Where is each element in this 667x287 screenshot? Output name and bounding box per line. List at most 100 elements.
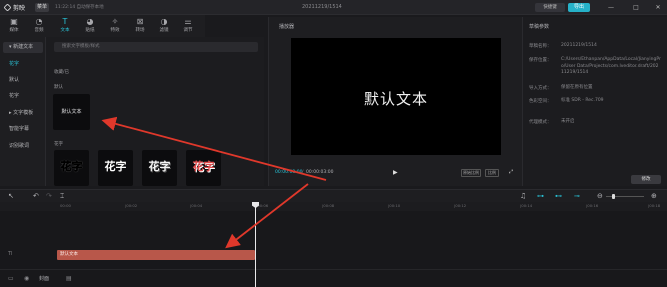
param-label-name: 草稿名称： (529, 44, 552, 49)
params-title: 草稿参数 (529, 24, 550, 30)
adjust-icon: ⚌ (184, 17, 192, 26)
text-track-label: TI (8, 251, 13, 257)
sticker-icon: ◕ (86, 17, 94, 26)
audio-track-icon[interactable]: ▤ (66, 275, 72, 282)
autosave-status: 11:22:14 自动保存本地 (55, 5, 104, 10)
playhead[interactable] (255, 202, 256, 287)
undo-icon[interactable]: ↶ (33, 192, 39, 200)
original-ratio-button[interactable]: 原始比例 (461, 169, 481, 177)
text-icon: T (62, 17, 68, 26)
minimize-button[interactable]: — (606, 3, 616, 12)
track-lock-icon[interactable]: ▭ (8, 275, 14, 282)
param-label-proxy: 代理模式： (529, 120, 552, 125)
param-value-name: 20211219/1514 (561, 43, 597, 48)
tick: |00:04 (190, 203, 203, 208)
nav-auto-captions[interactable]: 智能字幕 (3, 124, 43, 135)
title-bar: 剪映 菜单 11:22:14 自动保存本地 20211219/1514 快捷键 … (0, 0, 667, 15)
fx-card-3[interactable]: 花字 (142, 150, 177, 186)
split-icon[interactable]: ⌶ (60, 192, 64, 201)
menu-button[interactable]: 菜单 (35, 3, 49, 12)
param-label-location: 保存位置： (529, 58, 552, 63)
redo-icon[interactable]: ↷ (46, 192, 52, 200)
tab-sticker[interactable]: ◕ 贴纸 (80, 16, 100, 36)
tick: |00:14 (520, 203, 533, 208)
nav-fancy-text[interactable]: 花字 (3, 91, 43, 102)
track-eye-icon[interactable]: ◉ (24, 275, 29, 282)
transition-icon: ⊠ (136, 17, 144, 26)
preview-text: 默认文本 (363, 90, 428, 108)
tab-transition[interactable]: ⊠ 转场 (130, 16, 150, 36)
section-fx-label: 花字 (54, 142, 63, 147)
text-panel: 搜索文字模板/样式 收藏/已 默认 默认文本 花字 花字 花字 花字 花字 (46, 37, 264, 186)
param-label-import: 导入方式： (529, 86, 552, 91)
section-default-label: 默认 (54, 85, 63, 90)
draft-params-panel: 草稿参数 草稿名称： 20211219/1514 保存位置： C:/Users/… (523, 17, 667, 186)
tab-text[interactable]: T 文本 (55, 16, 75, 36)
search-input[interactable]: 搜索文字模板/样式 (54, 42, 258, 52)
project-title: 20211219/1514 (302, 4, 342, 10)
fx-card-2[interactable]: 花字 (98, 150, 133, 186)
fullscreen-icon[interactable]: ⤢ (509, 169, 513, 175)
tab-media[interactable]: ▣ 媒体 (4, 16, 24, 36)
cover-label[interactable]: 封面 (39, 275, 49, 282)
play-icon[interactable]: ▶ (393, 169, 398, 176)
total-timecode: 00:00:03:00 (306, 170, 334, 175)
timeline-ruler[interactable]: 00:00 |00:02 |00:04 |00:06 |00:08 |00:10… (0, 202, 667, 211)
text-category-nav: ▾ 新建文本 花字 默认 花字 ▸ 文字模板 智能字幕 识别歌词 (0, 37, 46, 186)
maximize-button[interactable]: □ (631, 3, 641, 12)
shortcut-button[interactable]: 快捷键 (535, 3, 565, 12)
audio-icon: ◔ (35, 17, 43, 26)
timeline-toolbar: ↖ ↶ ↷ ⌶ ♫ ⊶ ⊷ ⊸ ⊖ ⊕ (0, 189, 667, 202)
tab-adjust[interactable]: ⚌ 调节 (178, 16, 198, 36)
fx-card-1[interactable]: 花字 (54, 150, 89, 186)
effects-icon: ✧ (111, 17, 119, 26)
logo-icon (3, 3, 12, 12)
text-clip[interactable]: 默认文本 (57, 250, 255, 260)
param-value-import: 保留在原有位置 (561, 85, 593, 90)
app-name: 剪映 (13, 5, 26, 12)
ratio-button[interactable]: 比例 (485, 169, 499, 177)
fx-card-4[interactable]: 花字 (186, 150, 221, 186)
select-tool-icon[interactable]: ↖ (8, 192, 14, 200)
tick: |00:02 (125, 203, 138, 208)
nav-new-text[interactable]: ▾ 新建文本 (3, 42, 43, 53)
tab-effects[interactable]: ✧ 特效 (105, 16, 125, 36)
timeline-tracks: TI ▭ ◉ 封面 ▤ (0, 211, 667, 287)
param-value-proxy: 未开启 (561, 119, 575, 124)
preview-axis-icon[interactable]: ⊸ (574, 192, 580, 200)
filter-icon: ◑ (160, 17, 168, 26)
section-favorites-label: 收藏/已 (54, 70, 70, 75)
default-text-card[interactable]: 默认文本 (53, 94, 90, 130)
tick: |00:10 (388, 203, 401, 208)
tick: |00:18 (648, 203, 661, 208)
param-value-colorspace: 标准 SDR - Rec.709 (561, 98, 604, 103)
modify-button[interactable]: 修改 (631, 175, 661, 184)
snap-icon[interactable]: ⊷ (555, 192, 562, 200)
microphone-icon[interactable]: ♫ (520, 192, 526, 200)
zoom-in-icon[interactable]: ⊕ (651, 192, 657, 200)
tab-audio[interactable]: ◔ 音频 (29, 16, 49, 36)
nav-lyrics[interactable]: 识别歌词 (3, 141, 43, 152)
zoom-slider-handle[interactable] (612, 194, 615, 199)
tick: |00:08 (322, 203, 335, 208)
nav-default[interactable]: 默认 (3, 75, 43, 86)
zoom-out-icon[interactable]: ⊖ (597, 192, 603, 200)
param-label-colorspace: 色彩空间： (529, 99, 552, 104)
close-button[interactable]: ✕ (653, 3, 663, 12)
app-logo: 剪映 (3, 2, 26, 13)
nav-favorites[interactable]: 花字 (3, 59, 43, 70)
tab-filter[interactable]: ◑ 滤镜 (154, 16, 174, 36)
tick: 00:00 (60, 203, 71, 208)
media-icon: ▣ (10, 17, 18, 26)
preview-screen[interactable]: 默认文本 (291, 38, 501, 155)
link-icon[interactable]: ⊶ (537, 192, 544, 200)
tick: |00:16 (586, 203, 599, 208)
export-button[interactable]: 导出 (568, 3, 590, 12)
param-value-location: C:/Users/Ethanpan/AppData/Local/Jianying… (561, 57, 661, 75)
asset-toolbar: ▣ 媒体 ◔ 音频 T 文本 ◕ 贴纸 ✧ 特效 ⊠ 转场 ◑ 滤镜 ⚌ 调节 (0, 15, 205, 37)
player-panel: 播放器 默认文本 00:00:03:00 / 00:00:03:00 ▶ 原始比… (268, 17, 523, 186)
player-title: 播放器 (279, 24, 295, 30)
track-divider (0, 269, 667, 270)
tick: |00:12 (454, 203, 467, 208)
nav-text-template[interactable]: ▸ 文字模板 (3, 108, 43, 119)
